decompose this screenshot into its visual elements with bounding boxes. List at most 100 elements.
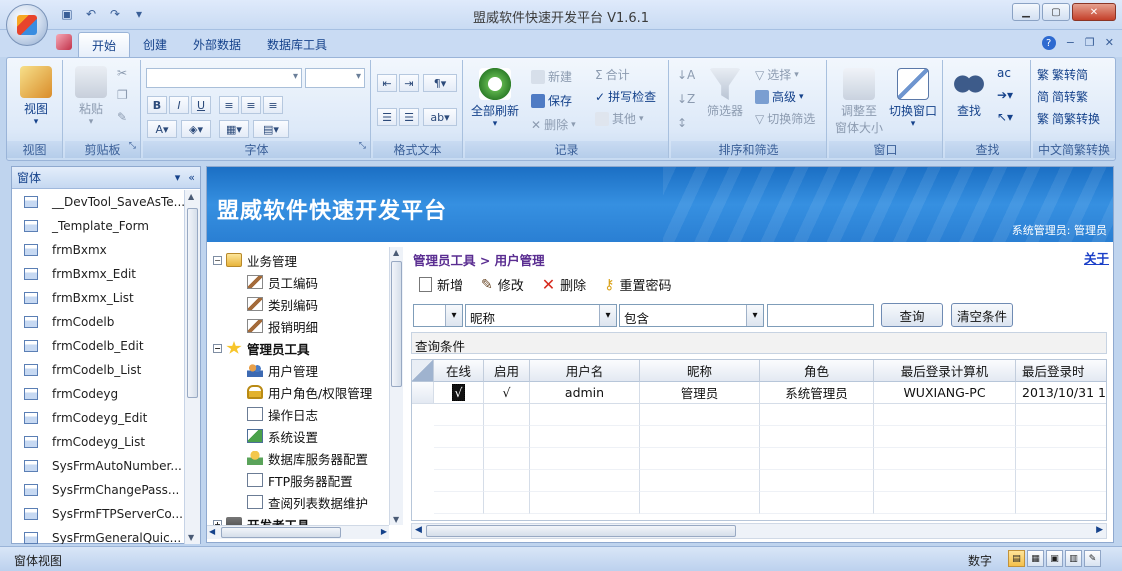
filter-button[interactable]: 筛选器 xyxy=(703,68,747,119)
spelling-button[interactable]: ✓ 拼写检查 xyxy=(595,88,656,105)
tree-vertical-scrollbar[interactable]: ▲ ▼ xyxy=(389,247,403,525)
column-header[interactable]: 用户名 xyxy=(530,360,640,382)
column-header[interactable]: 角色 xyxy=(760,360,874,382)
datasheet-view-icon[interactable]: ▦ xyxy=(1027,550,1044,567)
tree-scroll-right-icon[interactable]: ▶ xyxy=(381,527,387,536)
grid-cell[interactable]: √ xyxy=(484,382,530,404)
t2s-button[interactable]: 繁繁转简 xyxy=(1037,66,1088,83)
nav-form-item[interactable]: SysFrmChangePass... xyxy=(12,478,185,502)
italic-button[interactable]: I xyxy=(169,96,189,114)
doc-minimize-icon[interactable]: − xyxy=(1066,36,1075,50)
scroll-down-icon[interactable]: ▼ xyxy=(188,533,194,542)
s2t-button[interactable]: 简简转繁 xyxy=(1037,88,1088,105)
font-color-button[interactable]: A▾ xyxy=(147,120,177,138)
table-row[interactable]: √ √ admin 管理员 系统管理员 WUXIANG-PC 2013/10/31 1 xyxy=(412,382,1106,404)
align-center-button[interactable]: ≡ xyxy=(241,96,261,114)
save-record-button[interactable]: 保存 xyxy=(531,92,572,109)
format-painter-button[interactable]: ✎ xyxy=(117,110,127,124)
tab-home[interactable]: 开始 xyxy=(78,32,131,58)
add-button[interactable]: 新增 xyxy=(419,275,463,294)
font-dialog-launcher-icon[interactable]: ⤡ xyxy=(359,141,366,151)
grid-hscroll-thumb[interactable] xyxy=(426,525,736,537)
selection-button[interactable]: ▽ 选择 ▾ xyxy=(755,66,799,83)
edit-button[interactable]: ✎ 修改 xyxy=(481,275,524,295)
replace-button[interactable]: ac xyxy=(997,66,1011,80)
clear-conditions-button[interactable]: 清空条件 xyxy=(951,303,1013,327)
align-right-button[interactable]: ≡ xyxy=(263,96,283,114)
grid-cell[interactable]: 管理员 xyxy=(640,382,760,404)
tree-node[interactable]: − 业务管理 xyxy=(213,249,297,271)
more-button[interactable]: 其他 ▾ xyxy=(595,110,644,127)
help-icon[interactable]: ? xyxy=(1041,36,1056,50)
column-header[interactable]: 昵称 xyxy=(640,360,760,382)
nav-form-item[interactable]: frmCodelb_Edit xyxy=(12,334,185,358)
goto-button[interactable]: ➔▾ xyxy=(997,88,1013,102)
doc-close-icon[interactable]: ✕ xyxy=(1105,36,1114,50)
rtl-button[interactable]: ¶▾ xyxy=(423,74,457,92)
grid-scroll-right-icon[interactable]: ▶ xyxy=(1096,525,1103,535)
decrease-indent-button[interactable]: ⇤ xyxy=(377,74,397,92)
select-button[interactable]: ↖▾ xyxy=(997,110,1013,124)
close-button[interactable]: ✕ xyxy=(1072,3,1116,21)
form-view-icon[interactable]: ▤ xyxy=(1008,550,1025,567)
about-link[interactable]: 关于 xyxy=(1084,248,1109,267)
tab-external-data[interactable]: 外部数据 xyxy=(180,32,254,58)
nav-form-item[interactable]: SysFrmGeneralQuic... xyxy=(12,526,185,544)
fit-form-button[interactable]: 调整至 窗体大小 xyxy=(831,68,887,136)
scroll-up-icon[interactable]: ▲ xyxy=(188,192,194,201)
tree-hscroll-thumb[interactable] xyxy=(221,527,341,538)
collapse-icon[interactable]: − xyxy=(213,343,222,353)
copy-button[interactable]: ❐ xyxy=(117,88,128,102)
nav-header[interactable]: 窗体 ▾ « xyxy=(12,167,200,189)
tree-node[interactable]: 报销明细 xyxy=(247,315,318,337)
toggle-filter-button[interactable]: ▽ 切换筛选 xyxy=(755,110,815,127)
clear-sort-button[interactable]: ↕ xyxy=(677,116,687,130)
nav-collapse-icon[interactable]: « xyxy=(188,171,195,184)
align-left-button[interactable]: ≡ xyxy=(219,96,239,114)
new-record-button[interactable]: 新建 xyxy=(531,68,572,85)
nav-form-item[interactable]: frmCodeyg xyxy=(12,382,185,406)
paste-button[interactable]: 粘贴 ▾ xyxy=(71,66,111,127)
tree-node[interactable]: − 管理员工具 xyxy=(213,337,310,359)
collapse-icon[interactable]: − xyxy=(213,255,222,265)
delete-button[interactable]: ✕ 删除 xyxy=(542,275,586,294)
operator-select[interactable]: 包含 ▾ xyxy=(619,304,764,327)
grid-cell[interactable]: admin xyxy=(530,382,640,404)
underline-button[interactable]: U xyxy=(191,96,211,114)
logic-select[interactable]: ▾ xyxy=(413,304,463,327)
font-size-combo[interactable] xyxy=(305,68,365,88)
doc-restore-icon[interactable]: ❐ xyxy=(1085,36,1095,50)
office-button[interactable] xyxy=(6,4,48,46)
fill-color-button[interactable]: ◈▾ xyxy=(181,120,211,138)
nav-form-item[interactable]: frmBxmx xyxy=(12,238,185,262)
nav-form-item[interactable]: SysFrmAutoNumber... xyxy=(12,454,185,478)
nav-form-item[interactable]: frmCodelb_List xyxy=(12,358,185,382)
grid-cell[interactable]: 2013/10/31 1 xyxy=(1016,382,1106,404)
column-header[interactable]: 在线 xyxy=(434,360,484,382)
tree-node[interactable]: 员工编码 xyxy=(247,271,318,293)
query-button[interactable]: 查询 xyxy=(881,303,943,327)
reset-password-button[interactable]: ⚷ 重置密码 xyxy=(604,275,671,295)
nav-form-item[interactable]: _Template_Form xyxy=(12,214,185,238)
sort-ascending-button[interactable]: ↓A xyxy=(677,68,695,82)
increase-indent-button[interactable]: ⇥ xyxy=(399,74,419,92)
tree-vscroll-thumb[interactable] xyxy=(391,261,402,387)
nav-form-item[interactable]: SysFrmFTPServerCo... xyxy=(12,502,185,526)
convert-button[interactable]: 繁简繁转换 xyxy=(1037,110,1100,127)
font-name-combo[interactable] xyxy=(146,68,302,88)
tree-horizontal-scrollbar[interactable]: ◀ ▶ xyxy=(207,525,389,539)
view-button[interactable]: 视图 ▾ xyxy=(15,66,57,127)
grid-scroll-left-icon[interactable]: ◀ xyxy=(415,525,422,535)
tree-node[interactable]: 操作日志 xyxy=(247,403,318,425)
grid-cell[interactable]: WUXIANG-PC xyxy=(874,382,1016,404)
grid-cell[interactable]: 系统管理员 xyxy=(760,382,874,404)
field-select[interactable]: 昵称 ▾ xyxy=(465,304,617,327)
bold-button[interactable]: B xyxy=(147,96,167,114)
filter-value-input[interactable] xyxy=(767,304,874,327)
layout-view-icon[interactable]: ▣ xyxy=(1046,550,1063,567)
refresh-all-button[interactable]: 全部刷新 ▾ xyxy=(469,68,521,129)
grid-horizontal-scrollbar[interactable]: ◀ ▶ xyxy=(411,523,1107,539)
tree-scroll-left-icon[interactable]: ◀ xyxy=(209,527,215,536)
row-selector[interactable] xyxy=(412,382,434,404)
tab-create[interactable]: 创建 xyxy=(130,32,180,58)
